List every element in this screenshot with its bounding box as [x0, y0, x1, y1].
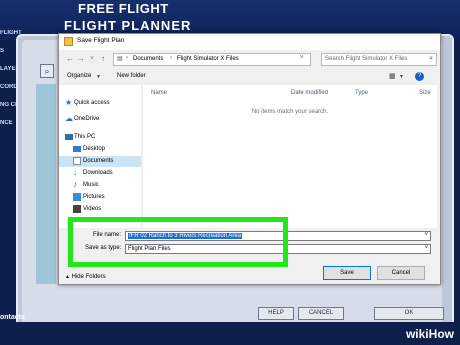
- recent-locations-icon[interactable]: ˅: [87, 54, 97, 64]
- sidebar-item-label: Music: [83, 182, 99, 188]
- download-icon: ↓: [73, 168, 77, 177]
- sidebar-item-label: Documents: [83, 158, 114, 164]
- organize-button[interactable]: Organize: [67, 73, 91, 79]
- planner-map-strip: [36, 84, 56, 284]
- chevron-down-icon[interactable]: ▼: [399, 74, 404, 80]
- search-input[interactable]: Search Flight Simulator X Files ⌕: [321, 53, 437, 66]
- sidebar-item-label: Videos: [83, 206, 102, 212]
- sidebar-item-desktop[interactable]: Desktop: [59, 144, 141, 155]
- sidebar-item-label: OneDrive: [74, 116, 100, 122]
- sidebar-item-documents[interactable]: Documents: [59, 156, 141, 167]
- hide-folders-toggle[interactable]: ▲ Hide Folders: [65, 274, 106, 280]
- sidebar-item-music[interactable]: ♪ Music: [59, 180, 141, 191]
- sidebar-item-label: Downloads: [83, 170, 113, 176]
- computer-icon: [65, 134, 73, 140]
- star-icon: ★: [65, 98, 73, 107]
- search-placeholder: Search Flight Simulator X Files: [325, 56, 408, 62]
- hide-folders-label: Hide Folders: [71, 274, 106, 280]
- desktop-icon: [73, 146, 81, 152]
- chevron-down-icon: ▼: [96, 74, 101, 80]
- help-icon[interactable]: ?: [415, 72, 424, 81]
- sidebar-item-this-pc[interactable]: This PC: [59, 132, 141, 143]
- bottom-bar: [0, 322, 460, 345]
- watermark-how: How: [428, 327, 454, 341]
- pictures-icon: [73, 193, 81, 201]
- search-icon: ⌕: [429, 55, 433, 62]
- column-header-size[interactable]: Size: [419, 90, 431, 96]
- music-icon: ♪: [73, 180, 77, 189]
- free-flight-title: FREE FLIGHT: [78, 1, 169, 16]
- dialog-titlebar[interactable]: Save Flight Plan: [59, 34, 440, 50]
- sidebar-item-onedrive[interactable]: ☁ OneDrive: [59, 114, 141, 125]
- file-list[interactable]: Name Date modified Type Size No items ma…: [143, 85, 437, 228]
- flight-planner-title: FLIGHT PLANNER: [64, 18, 192, 33]
- save-button[interactable]: Save: [323, 266, 371, 280]
- ok-button[interactable]: OK: [374, 307, 444, 320]
- chevron-up-icon: ▲: [65, 274, 70, 280]
- sidebar-item-quick-access[interactable]: ★ Quick access: [59, 98, 141, 109]
- new-folder-button[interactable]: New folder: [117, 73, 146, 79]
- sidebar-item-pictures[interactable]: Pictures: [59, 192, 141, 203]
- chevron-down-icon[interactable]: ˅: [424, 245, 428, 251]
- sidebar-item-downloads[interactable]: ↓ Downloads: [59, 168, 141, 179]
- breadcrumb-fsx-files[interactable]: Flight Simulator X Files: [177, 56, 239, 62]
- cloud-icon: ☁: [65, 114, 73, 123]
- planner-cancel-button[interactable]: CANCEL: [298, 307, 344, 320]
- sidebar-item-label: Pictures: [83, 194, 105, 200]
- view-options-icon[interactable]: ▦: [389, 72, 396, 80]
- documents-icon: [73, 157, 81, 165]
- folder-icon: ▤: [117, 56, 123, 62]
- wikihow-watermark: wikiHow: [406, 327, 454, 341]
- magnifier-icon[interactable]: ⌕: [40, 64, 54, 78]
- empty-message: No items match your search.: [251, 109, 329, 115]
- sidebar-item-videos[interactable]: Videos: [59, 204, 141, 215]
- address-bar[interactable]: ▤ › Documents › Flight Simulator X Files…: [113, 53, 311, 66]
- back-arrow-icon[interactable]: ←: [65, 54, 75, 64]
- dialog-title: Save Flight Plan: [77, 37, 125, 44]
- cancel-button[interactable]: Cancel: [377, 266, 425, 280]
- folder-icon: [64, 37, 73, 46]
- breadcrumb-documents[interactable]: Documents: [133, 56, 163, 62]
- sidebar-item-label: This PC: [74, 134, 96, 140]
- chevron-right-icon: ›: [170, 55, 172, 61]
- chevron-down-icon[interactable]: ˅: [424, 232, 428, 238]
- contacts-label[interactable]: ontacts: [0, 314, 25, 321]
- column-header-date-modified[interactable]: Date modified: [291, 90, 328, 96]
- column-header-name[interactable]: Name: [151, 90, 167, 96]
- sidebar-item-label: Desktop: [83, 146, 106, 152]
- help-button[interactable]: HELP: [258, 307, 294, 320]
- chevron-down-icon[interactable]: ˅: [300, 55, 304, 61]
- chevron-right-icon: ›: [126, 55, 128, 61]
- up-arrow-icon[interactable]: ↑: [98, 54, 108, 64]
- forward-arrow-icon[interactable]: →: [76, 54, 86, 64]
- videos-icon: [73, 205, 81, 213]
- navigation-pane: ★ Quick access ☁ OneDrive This PC Deskto…: [59, 85, 141, 228]
- column-header-type[interactable]: Type: [355, 90, 368, 96]
- navigation-bar: ← → ˅ ↑ ▤ › Documents › Flight Simulator…: [59, 51, 440, 67]
- dialog-toolbar: Organize ▼ New folder ▦ ▼ ?: [59, 70, 440, 84]
- highlight-box: [68, 217, 288, 267]
- sidebar-item-label: Quick access: [74, 100, 110, 106]
- watermark-wiki: wiki: [405, 327, 429, 341]
